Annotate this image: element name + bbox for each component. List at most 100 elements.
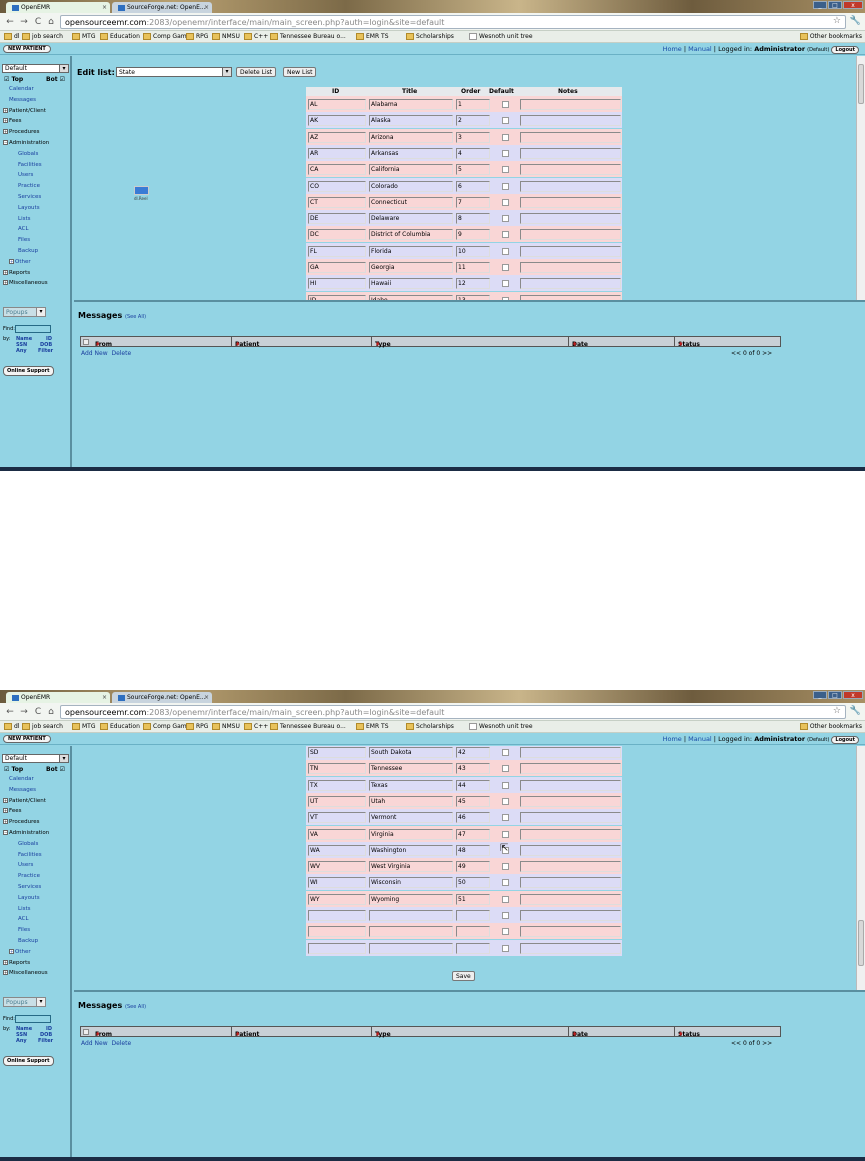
nav-item[interactable]: Practice [18,183,40,189]
star-icon[interactable]: ☆ [833,16,841,27]
id-input[interactable]: VA [308,828,366,840]
id-input[interactable]: CO [308,180,366,192]
notes-input[interactable] [520,115,621,127]
top-checkbox[interactable]: ☑ [4,766,9,773]
default-checkbox[interactable] [502,765,509,773]
default-checkbox[interactable] [502,182,509,190]
title-input[interactable]: Alaska [369,115,453,127]
expand-icon[interactable]: + [3,970,8,976]
see-all-link[interactable]: (See All) [125,314,146,320]
forward-icon[interactable]: → [18,706,30,718]
order-input[interactable]: 47 [456,828,490,840]
default-checkbox[interactable] [502,166,509,174]
default-checkbox[interactable] [502,912,509,919]
maximize-icon[interactable]: □ [828,691,842,699]
title-input[interactable]: West Virginia [369,861,453,873]
home-link[interactable]: Home [663,735,682,743]
close-tab-icon[interactable]: × [204,4,209,11]
bookmark-item[interactable]: C++ [244,33,268,40]
title-input[interactable]: Connecticut [369,196,453,208]
bookmark-item[interactable]: NMSU [212,33,240,40]
tab-sourceforge[interactable]: SourceForge.net: OpenE... × [112,2,212,13]
pager[interactable]: << 0 of 0 >> [731,350,772,357]
id-input[interactable]: FL [308,245,366,257]
title-input[interactable]: Tennessee [369,763,453,775]
add-new-link[interactable]: Add New [81,350,108,357]
order-input[interactable]: 12 [456,278,490,290]
nav-item[interactable]: Services [18,194,41,200]
bookmark-item[interactable]: EMR TS [356,33,389,40]
notes-input[interactable] [520,779,621,791]
nav-item[interactable]: Files [18,927,30,933]
nav-item[interactable]: Layouts [18,205,40,211]
nav-item[interactable]: + Fees [3,118,22,124]
id-input[interactable]: TN [308,763,366,775]
logout-button[interactable]: Logout [831,46,859,54]
default-checkbox[interactable] [502,149,509,157]
order-input[interactable]: 50 [456,877,490,889]
id-input[interactable]: VT [308,812,366,824]
id-input[interactable]: AR [308,147,366,159]
expand-icon[interactable]: + [3,129,8,135]
bookmark-item[interactable]: job search [22,33,63,40]
id-input[interactable]: WI [308,877,366,889]
tab-openemr[interactable]: OpenEMR × [6,2,110,13]
default-checkbox[interactable] [502,749,509,756]
bookmark-item[interactable]: C++ [244,723,268,730]
bookmark-item[interactable]: Education [100,33,140,40]
notes-input[interactable] [520,213,621,225]
expand-icon[interactable]: + [9,258,14,264]
popups-select[interactable]: Popups [3,307,46,317]
id-input[interactable]: GA [308,262,366,273]
id-input[interactable]: DC [308,229,366,241]
nav-item[interactable]: Messages [9,787,36,793]
bookmark-item[interactable]: EMR TS [356,723,389,730]
title-input[interactable]: Wisconsin [369,877,453,889]
title-input[interactable]: Virginia [369,828,453,840]
notes-input[interactable] [520,893,621,905]
notes-input[interactable] [520,877,621,889]
maximize-icon[interactable]: □ [828,1,842,9]
id-input[interactable]: WY [308,893,366,905]
notes-input[interactable] [520,942,621,954]
close-tab-icon[interactable]: × [204,694,209,701]
bookmark-item[interactable]: Wesnoth unit tree [469,33,533,40]
default-checkbox[interactable] [502,797,509,805]
id-input[interactable]: TX [308,779,366,791]
title-input[interactable]: Arizona [369,131,453,143]
notes-input[interactable] [520,861,621,873]
expand-icon[interactable]: + [3,280,8,286]
reload-icon[interactable]: C [32,16,44,28]
bookmark-item[interactable]: dl [4,33,19,40]
home-link[interactable]: Home [663,45,682,53]
nav-item[interactable]: Calendar [9,776,34,782]
forward-icon[interactable]: → [18,16,30,28]
main-scrollbar[interactable] [856,746,865,990]
notes-input[interactable] [520,278,621,290]
notes-input[interactable] [520,812,621,824]
order-input[interactable] [456,910,490,921]
title-input[interactable]: Washington [369,844,453,856]
order-input[interactable]: 44 [456,779,490,791]
title-input[interactable]: Idaho [369,294,453,300]
id-input[interactable] [308,910,366,921]
title-input[interactable]: Texas [369,779,453,791]
nav-item[interactable]: − Administration [3,140,49,146]
close-window-icon[interactable]: x [843,1,863,9]
search-by-option[interactable]: Any [16,348,27,354]
order-input[interactable]: 46 [456,812,490,824]
order-input[interactable]: 11 [456,262,490,273]
title-input[interactable] [369,926,453,938]
popups-select[interactable]: Popups [3,997,46,1007]
bookmark-item[interactable]: MTG [72,33,96,40]
order-input[interactable]: 42 [456,747,490,758]
search-by-option[interactable]: Filter [38,348,53,354]
delete-list-button[interactable]: Delete List [236,67,277,77]
id-input[interactable]: WV [308,861,366,873]
id-input[interactable]: ID [308,294,366,300]
id-input[interactable]: WA [308,844,366,856]
notes-input[interactable] [520,828,621,840]
bookmark-item[interactable]: job search [22,723,63,730]
bookmark-item[interactable]: Scholarships [406,33,454,40]
notes-input[interactable] [520,180,621,192]
